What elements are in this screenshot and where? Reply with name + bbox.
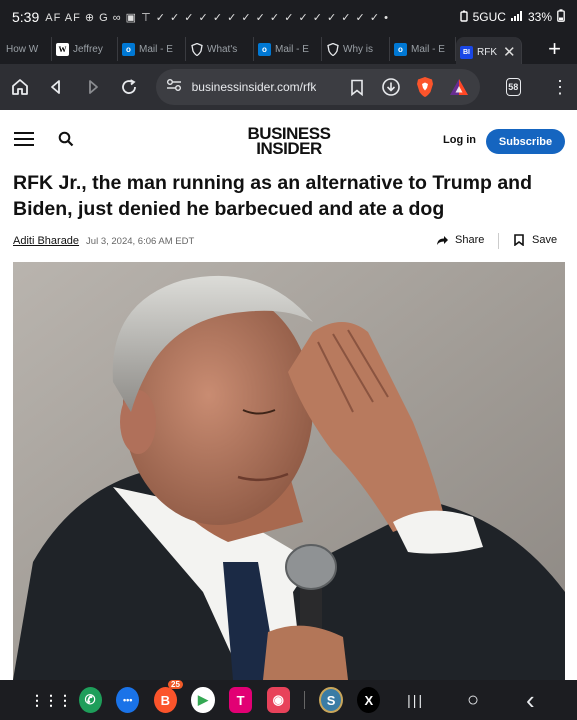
tab-active[interactable]: BI RFK ✕ — [456, 37, 522, 67]
tab-3[interactable]: o Mail - E — [118, 37, 186, 61]
bookmark-icon[interactable] — [346, 76, 368, 98]
notification-icons: AF AF ⊕ G ∞ ▣ ⊤ ✓ ✓ ✓ ✓ ✓ ✓ ✓ ✓ ✓ ✓ ✓ ✓ … — [45, 11, 389, 24]
tab-5[interactable]: o Mail - E — [254, 37, 322, 61]
tab-label: RFK — [477, 46, 497, 58]
logo-line-2: INSIDER — [256, 139, 322, 158]
home-nav-button[interactable]: ○ — [462, 689, 483, 712]
reload-icon — [122, 79, 136, 94]
home-icon — [11, 79, 28, 95]
recents-button[interactable]: ||| — [405, 692, 426, 708]
system-nav-bar: ⋮⋮⋮ ✆ ••• B 25 ▶ T ◉ S X ||| ○ ‹ — [0, 680, 577, 720]
notification-badge: 25 — [168, 680, 183, 689]
save-button[interactable]: Save — [514, 234, 557, 246]
home-button[interactable] — [8, 73, 31, 101]
business-insider-icon: BI — [460, 45, 473, 59]
tab-label: Why is — [343, 43, 373, 55]
camera-app-icon[interactable]: ◉ — [266, 687, 290, 713]
tab-1[interactable]: How W — [2, 37, 52, 61]
forward-button[interactable] — [81, 73, 104, 101]
hamburger-menu-icon[interactable] — [14, 131, 34, 152]
bookmark-icon — [514, 234, 524, 246]
tab-label: Jeffrey — [73, 43, 103, 55]
outlook-icon: o — [122, 42, 135, 56]
share-icon — [437, 235, 448, 245]
download-icon[interactable] — [380, 76, 402, 98]
business-insider-logo[interactable]: BUSINESS INSIDER — [246, 125, 332, 158]
search-icon[interactable] — [58, 131, 74, 152]
article-headline: RFK Jr., the man running as an alternati… — [13, 172, 533, 220]
site-settings-icon[interactable] — [166, 78, 182, 97]
tab-2[interactable]: W Jeffrey — [52, 37, 118, 61]
tab-7[interactable]: o Mail - E — [390, 37, 456, 61]
network-type: 5GUC — [472, 10, 506, 24]
outlook-icon: o — [394, 42, 407, 56]
url-text[interactable]: businessinsider.com/rfk- — [192, 80, 316, 94]
action-divider — [498, 233, 499, 249]
shield-icon — [190, 42, 203, 56]
brave-shields-icon[interactable] — [414, 76, 436, 98]
url-bar[interactable]: businessinsider.com/rfk- — [155, 69, 480, 105]
battery-icon — [557, 9, 565, 25]
battery-level: 33% — [527, 10, 552, 24]
tab-4[interactable]: What's — [186, 37, 254, 61]
status-time: 5:39 — [12, 9, 40, 25]
tab-label: Mail - E — [139, 43, 173, 55]
dock-separator — [304, 691, 306, 709]
recent-app-icon[interactable]: S — [319, 687, 343, 713]
messages-app-icon[interactable]: ••• — [116, 687, 140, 713]
author-link[interactable]: Aditi Bharade — [13, 235, 79, 247]
phone-app-icon[interactable]: ✆ — [78, 687, 102, 713]
status-bar: 5:39 AF AF ⊕ G ∞ ▣ ⊤ ✓ ✓ ✓ ✓ ✓ ✓ ✓ ✓ ✓ ✓… — [0, 0, 577, 34]
photo-illustration — [13, 262, 565, 680]
forward-arrow-icon — [88, 80, 98, 94]
tab-switcher-button[interactable]: 58 — [505, 78, 521, 96]
shield-icon — [326, 42, 339, 56]
x-app-icon[interactable]: X — [357, 687, 381, 713]
close-tab-icon[interactable]: ✕ — [503, 43, 516, 61]
share-label: Share — [455, 234, 485, 246]
share-button[interactable]: Share — [436, 234, 484, 246]
browser-toolbar: businessinsider.com/rfk- 58 ⋮ — [0, 64, 577, 110]
status-right: 5GUC 33% — [459, 9, 565, 25]
login-link[interactable]: Log in — [443, 134, 476, 146]
publish-date: Jul 3, 2024, 6:06 AM EDT — [86, 235, 195, 247]
outlook-icon: o — [258, 42, 271, 56]
tab-label: How W — [6, 43, 39, 55]
new-tab-button[interactable]: + — [548, 38, 561, 60]
tab-label: Mail - E — [275, 43, 309, 55]
tab-6[interactable]: Why is — [322, 37, 390, 61]
save-label: Save — [532, 234, 558, 246]
brave-rewards-icon[interactable] — [448, 76, 470, 98]
article-photo — [13, 262, 565, 680]
tab-label: What's — [207, 43, 238, 55]
back-nav-button[interactable]: ‹ — [520, 685, 541, 716]
battery-saver-icon — [459, 10, 468, 25]
back-button[interactable] — [44, 73, 67, 101]
byline: Aditi Bharade Jul 3, 2024, 6:06 AM EDT — [13, 235, 194, 247]
brave-app-icon[interactable]: B 25 — [153, 680, 183, 713]
app-drawer-icon[interactable]: ⋮⋮⋮ — [30, 687, 72, 713]
tab-label: Mail - E — [411, 43, 445, 55]
wikipedia-icon: W — [56, 42, 69, 56]
play-store-icon[interactable]: ▶ — [191, 687, 215, 713]
subscribe-button[interactable]: Subscribe — [486, 129, 565, 154]
back-arrow-icon — [51, 80, 61, 94]
t-mobile-app-icon[interactable]: T — [229, 687, 253, 713]
brave-glyph: B — [160, 692, 171, 708]
more-menu-icon[interactable]: ⋮ — [551, 78, 569, 96]
signal-icon — [510, 10, 523, 24]
reload-button[interactable] — [117, 73, 140, 101]
tab-strip: How W W Jeffrey o Mail - E What's o Mail… — [0, 34, 577, 67]
